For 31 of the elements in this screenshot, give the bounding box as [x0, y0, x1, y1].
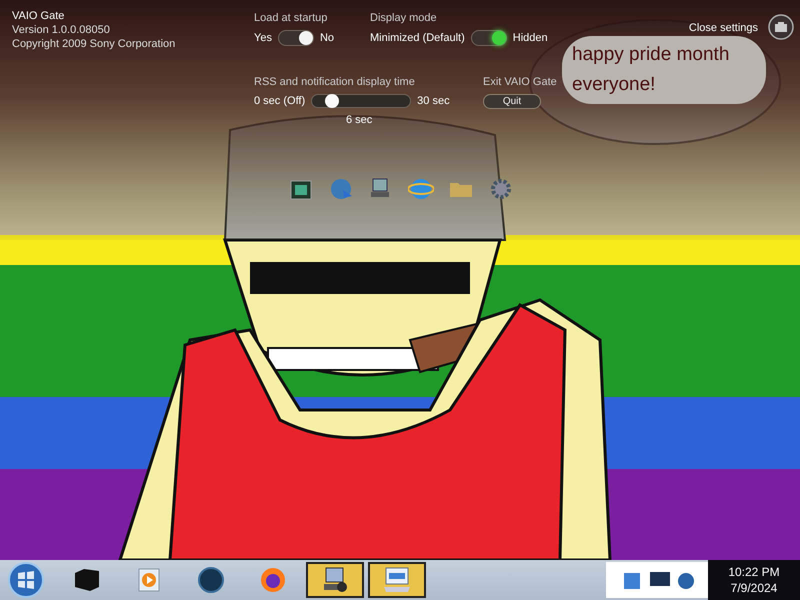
setting-label: RSS and notification display time: [254, 76, 416, 88]
setting-label: Load at startup: [254, 12, 328, 24]
taskbar-button[interactable]: [368, 562, 426, 598]
slider-track[interactable]: [311, 94, 412, 108]
close-settings-button[interactable]: Close settings: [688, 14, 758, 34]
gear-icon[interactable]: [488, 176, 514, 202]
globe-icon: [196, 565, 226, 595]
toggle-thumb[interactable]: [492, 31, 506, 45]
slider-max-label: 30 sec: [417, 95, 450, 107]
speech-bubble-text: happy pride month everyone!: [562, 36, 766, 104]
option-label: No: [320, 32, 334, 44]
keyboard-icon: [382, 565, 412, 595]
slider-thumb[interactable]: [324, 94, 339, 108]
quit-button[interactable]: Quit: [483, 94, 541, 109]
clock[interactable]: 10:22 PM 7/9/2024: [708, 560, 800, 600]
option-label: Minimized (Default): [370, 32, 465, 44]
slider-min-label: 0 sec (Off): [254, 95, 306, 107]
clock-date: 7/9/2024: [730, 581, 778, 595]
clock-time: 10:22 PM: [728, 565, 780, 579]
option-label: Hidden: [512, 32, 548, 44]
toggle-switch[interactable]: [278, 30, 314, 46]
app-title: VAIO Gate: [12, 10, 66, 22]
briefcase-icon[interactable]: [768, 14, 794, 40]
slider-reading: 6 sec: [346, 114, 374, 126]
setting-label: Display mode: [370, 12, 438, 24]
taskbar-button[interactable]: [306, 562, 364, 598]
option-label: Yes: [254, 32, 272, 44]
toggle-thumb[interactable]: [298, 31, 313, 45]
version-text: Version 1.0.0.08050: [12, 24, 111, 36]
toggle-switch[interactable]: [470, 30, 507, 46]
copyright-text: Copyright 2009 Sony Corporation: [12, 38, 176, 50]
